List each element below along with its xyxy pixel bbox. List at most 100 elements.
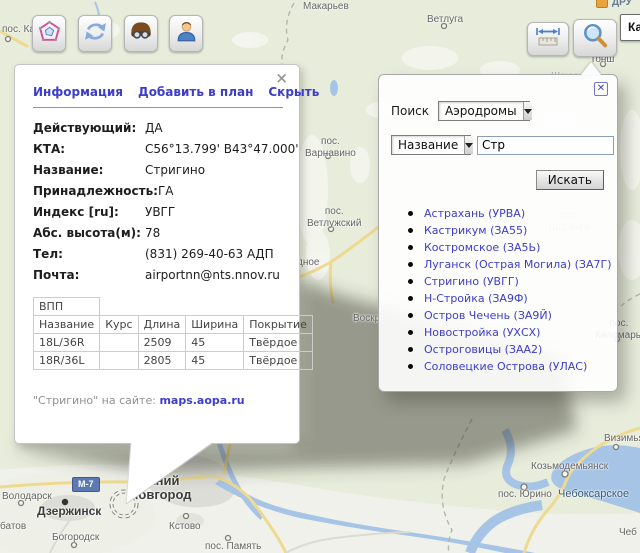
result-link[interactable]: Остров Чечень (ЗА9Й) <box>424 309 552 322</box>
runway-table: ВПП Название Курс Длина Ширина Покрытие … <box>32 297 313 370</box>
field-value: УВГГ <box>145 204 176 219</box>
bullet-icon <box>408 279 413 284</box>
list-item: Стригино (УВГГ) <box>391 273 605 290</box>
result-link[interactable]: Костромское (ЗА5Ь) <box>424 241 540 254</box>
list-item: Новостройка (УХСХ) <box>391 324 605 341</box>
category-select[interactable]: Аэродромы <box>438 101 532 121</box>
list-item: Костромское (ЗА5Ь) <box>391 239 605 256</box>
field-value: Стригино <box>145 162 206 177</box>
measure-button[interactable] <box>527 22 569 56</box>
corner-partial-label: ДРУ <box>612 0 632 8</box>
site-link[interactable]: maps.aopa.ru <box>159 394 244 407</box>
dropdown-arrow-icon <box>522 102 532 120</box>
flight-plan-icon <box>37 18 62 50</box>
airfield-fields: Действующий: ДА КТА: С56°13.799' В43°47.00… <box>33 117 299 285</box>
result-link[interactable]: Астрахань (УРВА) <box>424 207 525 220</box>
search-submit-button[interactable]: Искать <box>535 170 604 190</box>
site-prefix: "Стригино" на сайте: <box>33 394 156 407</box>
result-link[interactable]: Н-Стройка (ЗА9Ф) <box>424 292 528 305</box>
list-item: Остроговицы (ЗАА2) <box>391 341 605 358</box>
field-value: Название <box>398 138 459 152</box>
map-label: Козьмодемьянск <box>531 461 609 472</box>
cell: 18R/36L <box>32 351 101 370</box>
bullet-icon <box>408 296 413 301</box>
popup-tail <box>125 442 214 505</box>
result-link[interactable]: Новостройка (УХСХ) <box>424 326 540 339</box>
map-label: Чеб <box>619 527 637 538</box>
bullet-icon <box>408 313 413 318</box>
cell: 2805 <box>137 351 187 370</box>
bullet-icon <box>408 347 413 352</box>
search-popup: ✕ Поиск Аэродромы Название Искать Астрах… <box>378 74 618 392</box>
corner-partial-button[interactable]: ДРУ <box>596 0 632 10</box>
field-row: Абс. высота(м): 78 <box>33 222 299 243</box>
magnifier-icon <box>581 22 609 55</box>
map-label: Богородск <box>52 532 100 543</box>
map-label-water: Чебоксарское <box>558 488 630 500</box>
field-select[interactable]: Название <box>391 135 474 155</box>
result-link[interactable]: Остроговицы (ЗАА2) <box>424 343 542 356</box>
map-label: Ветлуга <box>427 14 464 25</box>
cell: Твёрдое <box>243 351 313 370</box>
search-popup-tail <box>581 62 601 75</box>
field-value: ГА <box>157 183 174 198</box>
field-label: Действующий: <box>33 120 137 135</box>
ruler-icon <box>534 26 562 53</box>
dropdown-arrow-icon <box>464 136 474 154</box>
result-link[interactable]: Стригино (УВГГ) <box>424 275 519 288</box>
menu-information[interactable]: Информация <box>33 85 123 99</box>
list-item: Остров Чечень (ЗА9Й) <box>391 307 605 324</box>
search-button[interactable] <box>573 19 617 57</box>
map-label: Визимья <box>604 433 640 444</box>
result-link[interactable]: Кастрикум (ЗА55) <box>424 224 527 237</box>
field-value: ДА <box>145 120 163 135</box>
field-value: (831) 269-40-63 АДП <box>145 246 274 261</box>
search-label: Поиск <box>391 104 430 118</box>
refresh-icon <box>83 19 108 49</box>
field-label: Название: <box>33 162 104 177</box>
map-label: Воскр <box>353 313 381 324</box>
search-results: Астрахань (УРВА) Кастрикум (ЗА55) Костро… <box>391 205 612 375</box>
refresh-button[interactable] <box>78 15 112 52</box>
field-row: КТА: С56°13.799' В43°47.000' <box>33 138 299 159</box>
close-icon[interactable]: ✕ <box>594 82 608 96</box>
cell <box>99 351 139 370</box>
list-item: Н-Стройка (ЗА9Ф) <box>391 290 605 307</box>
cell <box>99 333 139 352</box>
table-row: 18L/36R 2509 45 Твёрдое <box>32 333 313 352</box>
map-app: Макарьев пос. Ка Ветлуга пос. Тонш Шахун… <box>0 0 640 553</box>
field-value: С56°13.799' В43°47.000' <box>145 141 299 156</box>
field-row: Индекс [ru]: УВГГ <box>33 201 299 222</box>
pilot-mode-button[interactable] <box>124 15 158 52</box>
col-header: Длина <box>137 315 187 334</box>
field-label: Принадлежность: <box>33 183 158 198</box>
col-header: Покрытие <box>243 315 313 334</box>
road-badge-m7: М-7 <box>72 477 100 492</box>
folder-icon <box>596 0 608 8</box>
menu-add-to-plan[interactable]: Добавить в план <box>138 85 253 99</box>
result-link[interactable]: Луганск (Острая Могила) (ЗА7Г) <box>424 258 612 271</box>
col-header: Ширина <box>185 315 245 334</box>
search-query-input[interactable] <box>477 135 614 155</box>
list-item: Соловецкие Острова (УЛАС) <box>391 358 605 375</box>
bullet-icon <box>408 228 413 233</box>
field-label: Индекс [ru]: <box>33 204 119 219</box>
result-link[interactable]: Соловецкие Острова (УЛАС) <box>424 360 587 373</box>
flight-plan-button[interactable] <box>32 15 66 52</box>
site-line: "Стригино" на сайте: maps.aopa.ru <box>33 394 299 407</box>
user-button[interactable] <box>169 15 203 52</box>
list-item: Кастрикум (ЗА55) <box>391 222 605 239</box>
list-item: Луганск (Острая Могила) (ЗА7Г) <box>391 256 612 273</box>
table-row: 18R/36L 2805 45 Твёрдое <box>32 351 313 370</box>
map-type-button[interactable]: Ка <box>620 14 640 41</box>
runway-header-row: Название Курс Длина Ширина Покрытие <box>32 315 313 334</box>
runway-caption-spacer <box>100 298 313 316</box>
user-icon <box>174 19 199 49</box>
close-icon[interactable]: × <box>275 71 288 86</box>
menu-hide[interactable]: Скрыть <box>268 85 319 99</box>
field-row: Название: Стригино <box>33 159 299 180</box>
runway-caption-row: ВПП <box>32 297 313 316</box>
col-header: Курс <box>99 315 139 334</box>
pilot-helmet-icon <box>128 18 154 49</box>
map-label: пос. Юрино <box>498 489 552 500</box>
